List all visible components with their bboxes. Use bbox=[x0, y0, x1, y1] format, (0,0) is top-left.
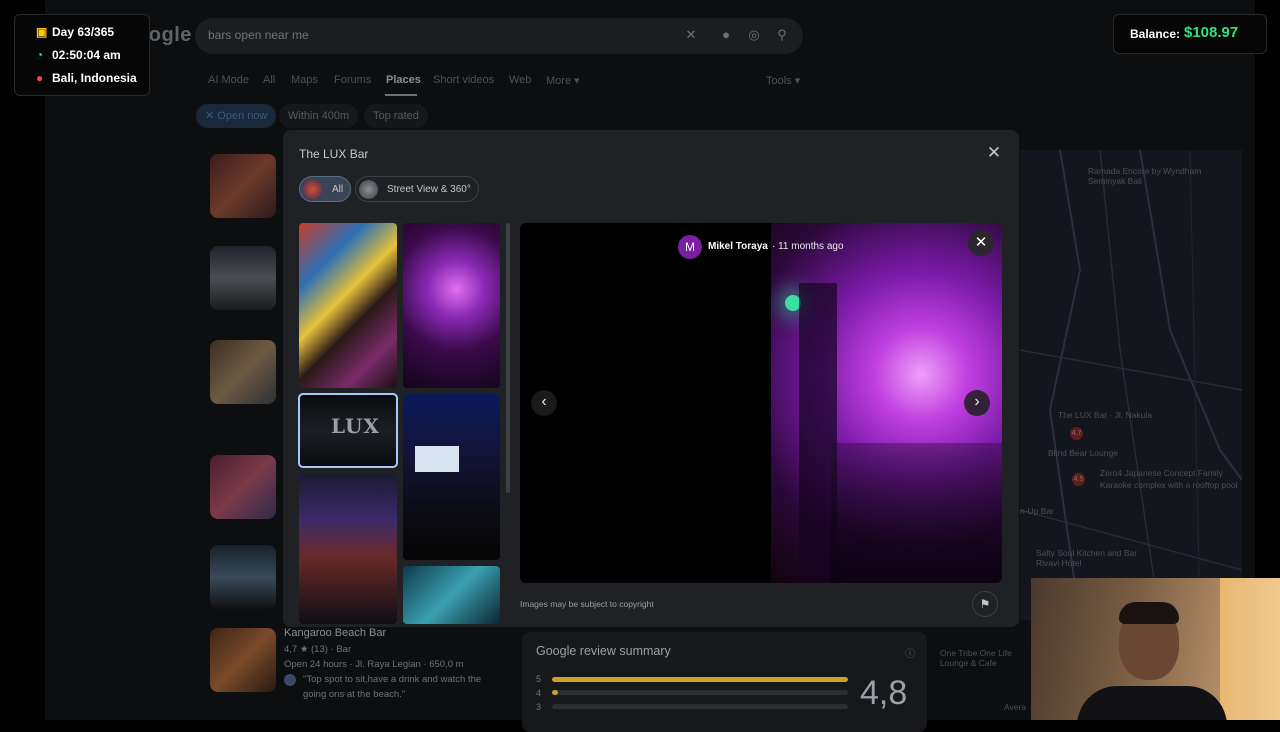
result-thumbnail[interactable] bbox=[210, 628, 276, 692]
previous-photo-button[interactable]: ‹ bbox=[531, 390, 557, 416]
result-thumbnail[interactable] bbox=[210, 246, 276, 310]
rating-bar-4 bbox=[552, 690, 848, 695]
map-label: Ramada Encore by Wyndham Seminyak Bali bbox=[1088, 166, 1202, 186]
lens-icon[interactable]: ◎ bbox=[746, 27, 762, 43]
tab-maps[interactable]: Maps bbox=[291, 74, 318, 86]
projector-screen-shape bbox=[415, 446, 459, 472]
location-pin-icon: ● bbox=[36, 71, 44, 85]
hud-day: ▣ Day 63/365 bbox=[36, 25, 115, 39]
result-thumbnail[interactable] bbox=[210, 340, 276, 404]
floor bbox=[831, 443, 1002, 583]
curtain bbox=[1220, 578, 1280, 720]
map-label: The LUX Bar · Jl. Nakula bbox=[1058, 410, 1153, 420]
calendar-icon: ▣ bbox=[36, 25, 48, 39]
next-photo-button[interactable]: › bbox=[964, 390, 990, 416]
filter-open-now[interactable]: ✕ Open now bbox=[196, 104, 277, 128]
map-label: Blind Bear Lounge bbox=[1048, 448, 1118, 458]
hud-time-text: 02:50:04 am bbox=[52, 48, 121, 62]
map-label: Zero4 Japanese Concept Family bbox=[1100, 468, 1223, 478]
hud-location: ● Bali, Indonesia bbox=[36, 71, 137, 85]
chevron-left-icon: ‹ bbox=[541, 393, 547, 410]
balance-label: Balance: bbox=[1130, 27, 1181, 41]
result-thumbnail[interactable] bbox=[210, 545, 276, 609]
map-panel[interactable]: Ramada Encore by Wyndham Seminyak Bali T… bbox=[1020, 150, 1242, 620]
close-icon: ✕ bbox=[986, 143, 1002, 162]
chip-thumbnail-icon bbox=[303, 180, 322, 199]
close-icon: ✕ bbox=[974, 234, 988, 251]
chip-label: Street View & 360° bbox=[387, 184, 471, 195]
tab-web[interactable]: Web bbox=[509, 74, 531, 86]
map-pin-lux-bar[interactable]: 4.7 bbox=[1070, 427, 1083, 440]
map-label: Karaoke complex with a rooftop pool bbox=[1100, 480, 1238, 490]
flag-icon: ⚑ bbox=[979, 597, 991, 611]
reviewer-avatar bbox=[284, 674, 296, 686]
active-tab-indicator bbox=[385, 94, 417, 96]
filter-top-rated[interactable]: Top rated bbox=[364, 104, 428, 128]
lux-sign-text: LUX bbox=[331, 414, 380, 438]
author-name[interactable]: Mikel Toraya bbox=[708, 241, 768, 252]
chevron-right-icon: › bbox=[974, 393, 980, 410]
hud-day-text: Day 63/365 bbox=[52, 25, 115, 39]
author-avatar[interactable]: M bbox=[678, 235, 702, 259]
result-title[interactable]: Kangaroo Beach Bar bbox=[284, 627, 386, 639]
street-view-icon bbox=[359, 180, 378, 199]
review-summary-title: Google review summary bbox=[536, 644, 671, 658]
balance-value: $108.97 bbox=[1184, 24, 1239, 41]
tab-forums[interactable]: Forums bbox=[334, 74, 371, 86]
map-label: Salty Soul Kitchen and Bar Rivavi Hotel bbox=[1036, 548, 1138, 568]
search-input[interactable]: bars open near me bbox=[208, 28, 309, 42]
microphone-icon[interactable]: ● bbox=[718, 27, 734, 43]
map-label: n-Up Bar bbox=[1020, 506, 1055, 516]
result-thumbnail[interactable] bbox=[210, 455, 276, 519]
clear-icon[interactable]: ✕ bbox=[683, 27, 699, 43]
tab-places[interactable]: Places bbox=[386, 74, 421, 86]
close-modal-button[interactable]: ✕ bbox=[984, 143, 1004, 163]
rating-bar-3 bbox=[552, 704, 848, 709]
chip-street-view[interactable]: Street View & 360° bbox=[355, 176, 479, 202]
hud-location-text: Bali, Indonesia bbox=[52, 71, 137, 85]
person-hair bbox=[1119, 602, 1179, 624]
result-rating: 4,7 ★ (13) · Bar bbox=[284, 644, 352, 655]
photo-thumbnail-purple-lights[interactable] bbox=[403, 223, 500, 388]
result-quote-line2: going ons at the beach." bbox=[303, 689, 406, 700]
clock-icon: ◔ bbox=[36, 48, 44, 62]
review-score: 4,8 bbox=[860, 674, 908, 712]
map-label: One Tribe One Life Lounge & Cafe bbox=[940, 648, 1012, 668]
thumbnail-scrollbar[interactable] bbox=[506, 223, 510, 493]
report-photo-button[interactable]: ⚑ bbox=[972, 591, 998, 617]
copyright-notice: Images may be subject to copyright bbox=[520, 599, 654, 609]
rating-row-label: 5 bbox=[536, 674, 542, 684]
map-label: Avera bbox=[1004, 702, 1027, 712]
rating-bar-5 bbox=[552, 677, 848, 682]
tab-short-videos[interactable]: Short videos bbox=[433, 74, 494, 86]
hud-time: ◔ 02:50:04 am bbox=[36, 48, 121, 62]
filter-within-400m[interactable]: Within 400m bbox=[279, 104, 359, 128]
tab-all[interactable]: All bbox=[263, 74, 275, 86]
rating-row-label: 3 bbox=[536, 702, 542, 712]
map-pin-zero4[interactable]: 4.5 bbox=[1072, 473, 1085, 486]
tools-button[interactable]: Tools ▾ bbox=[766, 74, 800, 87]
rating-bar-4-fill bbox=[552, 690, 558, 695]
result-quote-line1: "Top spot to sit,have a drink and watch … bbox=[303, 674, 482, 685]
search-icon[interactable]: ⚲ bbox=[774, 27, 790, 43]
photo-thumbnail-mural-crowd[interactable] bbox=[299, 223, 397, 388]
photo-thumbnail-crowd-teal[interactable] bbox=[403, 566, 500, 624]
webcam-overlay bbox=[1031, 578, 1280, 720]
rating-row-label: 4 bbox=[536, 688, 542, 698]
info-icon[interactable]: ⓘ bbox=[905, 645, 915, 660]
modal-title: The LUX Bar bbox=[299, 147, 369, 161]
photo-thumbnail-projector-screen[interactable] bbox=[403, 394, 500, 560]
tab-ai-mode[interactable]: AI Mode bbox=[208, 74, 249, 86]
chip-all[interactable]: All bbox=[299, 176, 351, 202]
chip-label: All bbox=[332, 184, 344, 195]
close-viewer-button[interactable]: ✕ bbox=[968, 230, 994, 256]
tab-more[interactable]: More ▾ bbox=[546, 74, 580, 87]
result-thumbnail[interactable] bbox=[210, 154, 276, 218]
result-hours: Open 24 hours · Jl. Raya Legian · 650,0 … bbox=[284, 659, 464, 670]
photo-thumbnail-lux-sign[interactable]: LUX bbox=[298, 393, 398, 468]
person-shirt bbox=[1077, 686, 1227, 720]
photo-thumbnail-blurry-stage[interactable] bbox=[299, 473, 397, 624]
photo-age: · 11 months ago bbox=[772, 241, 844, 252]
